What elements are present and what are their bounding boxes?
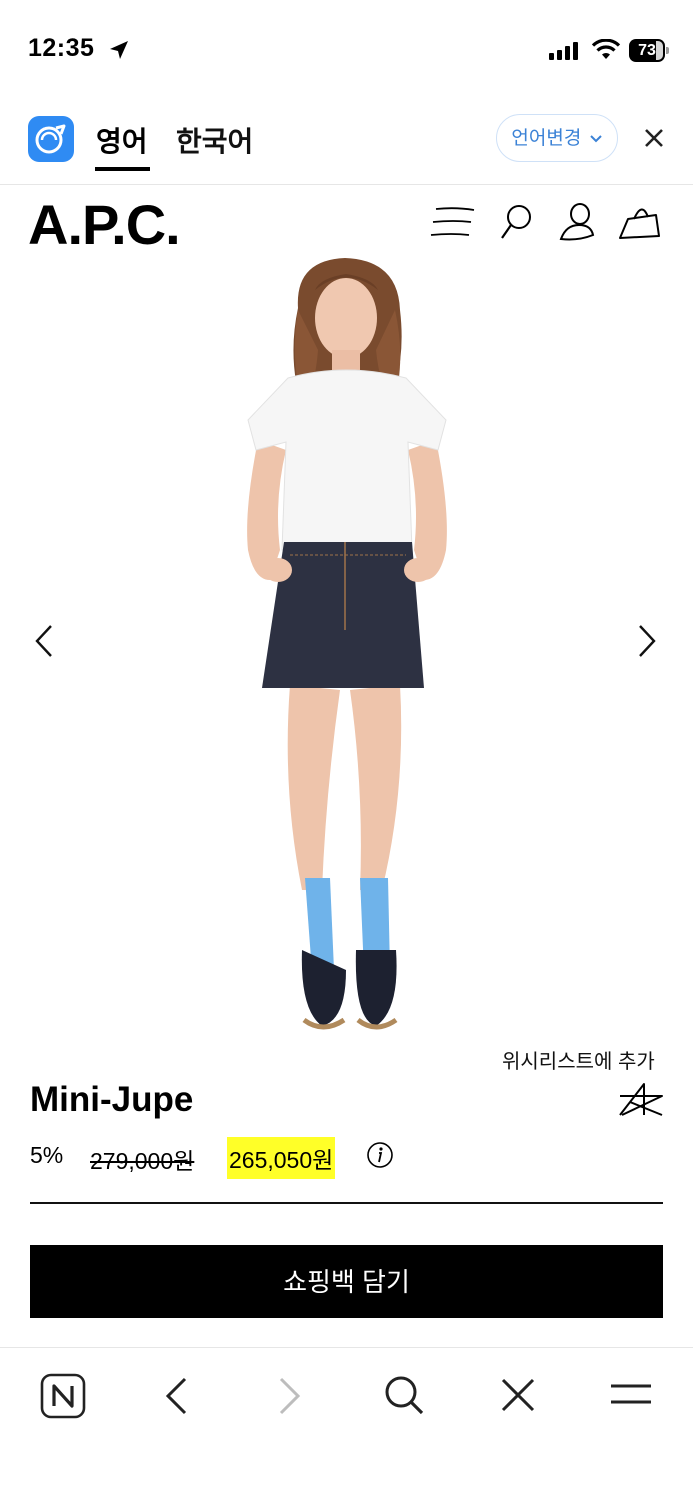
sale-price: 265,050원 <box>227 1137 336 1179</box>
account-icon[interactable] <box>558 201 598 241</box>
site-logo[interactable]: A.P.C. <box>28 192 181 257</box>
original-price: 279,000원 <box>90 1148 195 1174</box>
bag-icon[interactable] <box>618 201 664 241</box>
search-icon[interactable] <box>500 203 534 241</box>
toolbar-search-icon[interactable] <box>383 1374 425 1416</box>
forward-icon <box>279 1377 301 1415</box>
papago-logo-icon[interactable] <box>28 116 74 162</box>
tab-english[interactable]: 영어 <box>96 120 148 160</box>
change-language-label: 언어변경 <box>511 128 582 149</box>
chevron-left-icon[interactable] <box>33 624 55 658</box>
change-language-button[interactable]: 언어변경 <box>496 114 618 162</box>
battery-level: 73 <box>638 42 656 59</box>
signal-icon <box>549 42 578 60</box>
back-icon[interactable] <box>163 1376 189 1416</box>
naver-icon[interactable] <box>40 1373 86 1419</box>
tab-korean[interactable]: 한국어 <box>176 120 253 160</box>
wishlist-label[interactable]: 위시리스트에 추가 <box>502 1045 655 1074</box>
status-time: 12:35 <box>28 34 95 62</box>
translate-bar: 영어 한국어 언어변경 <box>0 100 693 185</box>
toolbar-menu-icon[interactable] <box>609 1382 653 1406</box>
location-arrow-icon <box>110 41 128 59</box>
chevron-down-icon <box>589 135 602 143</box>
wifi-icon <box>591 39 621 59</box>
divider <box>30 1202 663 1204</box>
close-icon[interactable] <box>644 128 664 148</box>
active-tab-indicator <box>95 167 150 171</box>
menu-icon[interactable] <box>430 205 476 239</box>
chevron-right-icon[interactable] <box>636 624 658 658</box>
add-to-bag-button[interactable]: 쇼핑백 담기 <box>30 1245 663 1318</box>
star-icon[interactable] <box>618 1082 664 1118</box>
product-image[interactable] <box>150 250 543 1035</box>
product-name: Mini-Jupe <box>30 1080 194 1119</box>
browser-toolbar <box>0 1347 693 1501</box>
battery-icon: 73 <box>629 39 669 62</box>
toolbar-close-icon[interactable] <box>500 1377 536 1413</box>
info-icon[interactable] <box>366 1141 394 1169</box>
discount-percent: 5% <box>30 1142 64 1168</box>
